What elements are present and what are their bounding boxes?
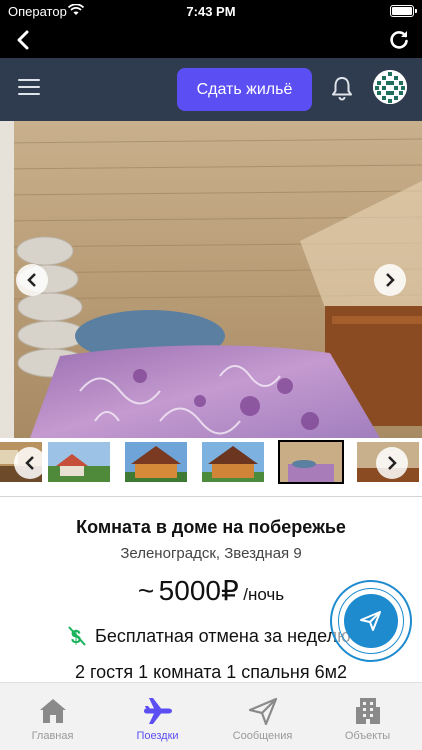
- message-fab[interactable]: [330, 580, 412, 662]
- photo-next-button[interactable]: [374, 264, 406, 296]
- airplane-icon: [143, 698, 172, 724]
- thumbnail-strip: [0, 438, 422, 498]
- photo-prev-button[interactable]: [16, 264, 48, 296]
- thumbnail[interactable]: [125, 442, 187, 482]
- thumbnail[interactable]: [48, 442, 110, 482]
- bell-icon[interactable]: [330, 75, 354, 101]
- chevron-right-icon: [386, 273, 395, 287]
- battery-icon: [390, 5, 417, 17]
- clock: 7:43 PM: [186, 4, 236, 19]
- tab-messages[interactable]: Сообщения: [210, 683, 315, 750]
- tab-home[interactable]: Главная: [0, 683, 105, 750]
- tab-label: Главная: [31, 730, 74, 742]
- send-icon: [248, 697, 277, 726]
- price-prefix: ~: [137, 575, 155, 606]
- status-bar: Оператор 7:43 PM: [0, 0, 422, 22]
- home-icon: [39, 699, 66, 723]
- browser-nav-bar: [0, 22, 422, 58]
- reload-icon[interactable]: [388, 29, 410, 51]
- thumbnail-active[interactable]: [278, 440, 344, 484]
- price-amount: 5000₽: [158, 575, 239, 606]
- listing-title: Комната в доме на побережье: [76, 517, 346, 537]
- tab-trips[interactable]: Поездки: [105, 683, 210, 750]
- free-cancellation: $ Бесплатная отмена за неделю: [67, 625, 351, 647]
- chevron-right-icon: [388, 456, 397, 470]
- cancellation-text: Бесплатная отмена за неделю: [95, 625, 351, 646]
- thumbnail[interactable]: [202, 442, 264, 482]
- listing-features: 2 гостя 1 комната 1 спальня 6м2: [74, 662, 347, 682]
- rent-out-button[interactable]: Сдать жильё: [177, 68, 312, 111]
- divider: [0, 496, 422, 497]
- avatar[interactable]: [373, 70, 407, 104]
- price-unit: /ночь: [243, 585, 285, 604]
- building-icon: [355, 698, 380, 724]
- listing-photo[interactable]: [0, 121, 422, 438]
- thumbnails-next-button[interactable]: [376, 447, 408, 479]
- tab-objects[interactable]: Объекты: [315, 683, 420, 750]
- tab-label: Поездки: [136, 730, 179, 742]
- menu-icon[interactable]: [18, 79, 40, 97]
- thumbnails-prev-button[interactable]: [14, 447, 46, 479]
- no-dollar-icon: $: [68, 626, 86, 647]
- tab-label: Объекты: [344, 730, 391, 742]
- app-header: Сдать жильё: [0, 58, 422, 121]
- listing-address: Зеленоградск, Звездная 9: [120, 545, 302, 562]
- back-icon[interactable]: [12, 28, 36, 52]
- tab-bar: Главная Поездки Сообщения Объекты: [0, 682, 422, 750]
- tab-label: Сообщения: [232, 730, 293, 742]
- send-icon: [360, 611, 381, 631]
- chevron-left-icon: [27, 273, 36, 287]
- room-photo: [0, 121, 422, 438]
- fab-core: [344, 594, 398, 648]
- chevron-left-icon: [25, 456, 34, 470]
